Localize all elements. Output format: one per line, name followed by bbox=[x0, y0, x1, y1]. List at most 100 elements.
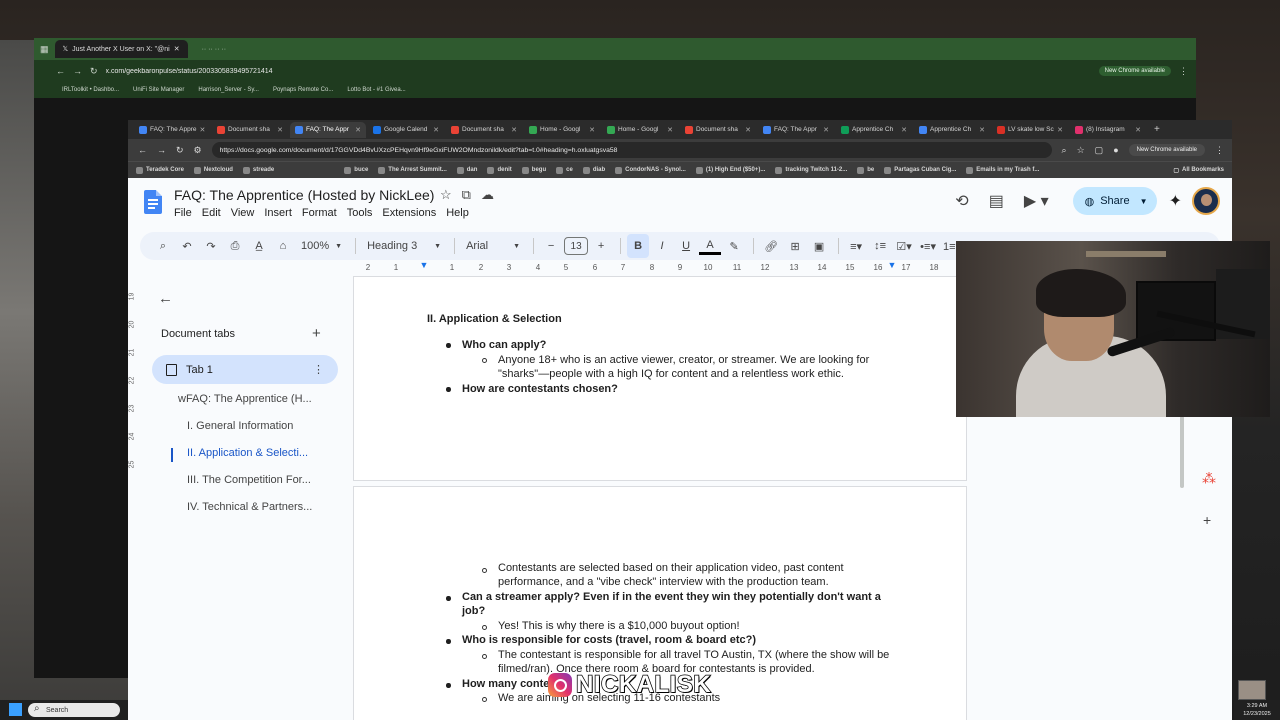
bookmark-item[interactable]: tracking Twitch 11-2... bbox=[775, 166, 847, 174]
star-icon[interactable]: ☆ bbox=[1077, 145, 1085, 156]
zoom-select[interactable]: 100% ▼ bbox=[296, 234, 347, 258]
font-size-field[interactable]: 13 bbox=[564, 237, 589, 255]
browser-tab[interactable]: Home - Googl ✕ bbox=[524, 122, 600, 138]
site-info-icon[interactable]: ⚙ bbox=[194, 145, 202, 156]
add-tab-icon[interactable]: + bbox=[312, 325, 321, 342]
menu-edit[interactable]: Edit bbox=[202, 207, 226, 219]
close-outline-arrow-icon[interactable]: ← bbox=[158, 290, 173, 307]
browser-tab[interactable]: Apprentice Ch ✕ bbox=[836, 122, 912, 138]
bookmark-item[interactable]: CondorNAS - Synol... bbox=[615, 166, 686, 174]
notification-thumbnail[interactable] bbox=[1238, 680, 1266, 700]
close-icon[interactable]: ✕ bbox=[589, 126, 595, 134]
insert-link-icon[interactable]: 🔗︎ bbox=[760, 234, 782, 258]
bookmark-item[interactable]: buce bbox=[344, 166, 368, 174]
search-menus-icon[interactable]: ⌕ bbox=[152, 234, 174, 258]
increase-font-icon[interactable]: + bbox=[590, 234, 612, 258]
browser-tab[interactable]: Google Calend ✕ bbox=[368, 122, 444, 138]
more-icon[interactable]: ⋮ bbox=[1215, 145, 1224, 156]
docs-url-field[interactable]: https://docs.google.com/document/d/17GGV… bbox=[211, 142, 1052, 158]
more-icon[interactable]: ⋮ bbox=[1179, 66, 1188, 77]
style-select[interactable]: Heading 3 ▼ bbox=[362, 234, 446, 258]
close-icon[interactable]: ✕ bbox=[667, 126, 673, 134]
bookmark-item[interactable]: Emails in my Trash f... bbox=[966, 166, 1039, 174]
font-select[interactable]: Arial ▼ bbox=[461, 234, 525, 258]
back-url-field[interactable]: x.com/geekbaronpulse/status/200330583949… bbox=[106, 68, 1091, 75]
apps-icon[interactable]: ⁂ bbox=[1202, 470, 1216, 487]
scrollbar-thumb[interactable] bbox=[1180, 416, 1184, 488]
spellcheck-icon[interactable]: A̲ bbox=[248, 234, 270, 258]
bookmark-item[interactable]: Poynaps Remote Co... bbox=[273, 87, 333, 93]
outline-item[interactable]: I. General Information bbox=[187, 420, 293, 432]
bookmark-item[interactable]: streade bbox=[242, 166, 274, 174]
close-icon[interactable]: ✕ bbox=[277, 126, 283, 134]
version-history-icon[interactable]: ⟲ bbox=[955, 191, 968, 211]
cloud-status-icon[interactable]: ☁ bbox=[481, 187, 494, 203]
redo-icon[interactable]: ↷ bbox=[200, 234, 222, 258]
menu-format[interactable]: Format bbox=[302, 207, 342, 219]
chevron-down-icon[interactable]: ▼ bbox=[1140, 197, 1148, 206]
bookmark-item[interactable]: Harrison_Server - Sy... bbox=[198, 87, 259, 93]
close-icon[interactable]: ✕ bbox=[355, 126, 361, 134]
menu-help[interactable]: Help bbox=[446, 207, 474, 219]
italic-button[interactable]: I bbox=[651, 234, 673, 258]
add-side-panel-icon[interactable]: + bbox=[1203, 512, 1211, 528]
move-folder-icon[interactable]: ⧉ bbox=[462, 187, 471, 203]
align-icon[interactable]: ≡▾ bbox=[845, 234, 867, 258]
indent-marker-icon[interactable]: ▼ bbox=[420, 260, 429, 270]
reload-icon[interactable]: ↻ bbox=[176, 145, 184, 156]
windows-start-icon[interactable] bbox=[9, 703, 22, 716]
browser-tab[interactable]: FAQ: The Appr ✕ bbox=[290, 121, 366, 138]
menu-insert[interactable]: Insert bbox=[264, 207, 297, 219]
bookmark-item[interactable]: The Arrest Summit... bbox=[378, 166, 447, 174]
browser-tab[interactable]: (8) Instagram ✕ bbox=[1070, 122, 1146, 138]
horizontal-ruler[interactable]: 2 1 1 2 3 4 5 6 7 8 9 10 11 12 13 14 15 16 17 18 ▼ ▼ bbox=[354, 260, 966, 276]
back-tab-active[interactable]: 𝕏 Just Another X User on X: "@ni ✕ bbox=[54, 40, 188, 58]
close-icon[interactable]: ✕ bbox=[745, 126, 751, 134]
bookmark-item[interactable]: Nextcloud bbox=[193, 166, 233, 174]
bold-button[interactable]: B bbox=[627, 234, 650, 258]
document-page[interactable]: II. Application & Selection Who can appl… bbox=[353, 276, 967, 481]
zoom-icon[interactable]: ⌕ bbox=[1062, 145, 1067, 156]
menu-extensions[interactable]: Extensions bbox=[382, 207, 441, 219]
browser-tab[interactable]: Apprentice Ch ✕ bbox=[914, 122, 990, 138]
vertical-ruler[interactable]: 19 20 21 22 23 24 25 bbox=[128, 285, 136, 645]
new-chrome-pill[interactable]: New Chrome available bbox=[1128, 144, 1205, 156]
forward-nav-icon[interactable]: → bbox=[157, 145, 166, 155]
taskbar-search[interactable]: Search bbox=[28, 703, 120, 717]
close-icon[interactable]: ✕ bbox=[511, 126, 517, 134]
add-comment-icon[interactable]: ⊞ bbox=[784, 234, 806, 258]
undo-icon[interactable]: ↶ bbox=[176, 234, 198, 258]
browser-tab[interactable]: FAQ: The Appre ✕ bbox=[134, 122, 210, 138]
docs-browser-window[interactable]: FAQ: The Appre ✕ Document sha ✕ FAQ: The App… bbox=[128, 120, 1232, 720]
browser-tab[interactable]: FAQ: The Appr ✕ bbox=[758, 122, 834, 138]
tab-1[interactable]: Tab 1 ⋮ bbox=[152, 355, 338, 384]
close-icon[interactable]: ✕ bbox=[1057, 126, 1063, 134]
menu-view[interactable]: View bbox=[231, 207, 260, 219]
bookmark-item[interactable]: ce bbox=[556, 166, 573, 174]
bookmark-item[interactable]: Partagas Cuban Cig... bbox=[884, 166, 956, 174]
text-color-icon[interactable]: A bbox=[699, 237, 722, 255]
new-tab-icon[interactable]: + bbox=[1154, 124, 1160, 135]
tab-search-icon[interactable]: ▦ bbox=[40, 44, 49, 55]
browser-tab[interactable]: Document sha ✕ bbox=[212, 122, 288, 138]
forward-nav-icon[interactable]: → bbox=[73, 66, 82, 76]
gemini-sparkle-icon[interactable]: ✦ bbox=[1169, 191, 1182, 211]
browser-tab[interactable]: LV skate low Sc ✕ bbox=[992, 122, 1068, 138]
outline-item[interactable]: III. The Competition For... bbox=[187, 474, 311, 486]
extensions-icon[interactable]: ▢ bbox=[1095, 145, 1104, 156]
new-chrome-pill[interactable]: New Chrome available bbox=[1098, 66, 1171, 76]
back-nav-icon[interactable]: ← bbox=[56, 66, 65, 76]
back-nav-icon[interactable]: ← bbox=[138, 145, 147, 155]
close-icon[interactable]: ✕ bbox=[174, 45, 180, 53]
taskbar-clock[interactable]: 3:29 AM 12/23/2025 bbox=[1234, 700, 1280, 720]
all-bookmarks[interactable]: ▢ All Bookmarks bbox=[1173, 167, 1224, 174]
close-icon[interactable]: ✕ bbox=[1135, 126, 1141, 134]
line-spacing-icon[interactable]: ↕≡ bbox=[869, 234, 891, 258]
browser-tab[interactable]: Document sha ✕ bbox=[446, 122, 522, 138]
menu-file[interactable]: File bbox=[174, 207, 197, 219]
outline-item-active[interactable]: II. Application & Selecti... bbox=[187, 447, 308, 459]
star-icon[interactable]: ☆ bbox=[440, 187, 452, 203]
bulleted-list-icon[interactable]: •≡▾ bbox=[917, 234, 939, 258]
bookmark-item[interactable]: dan bbox=[456, 166, 477, 174]
menu-tools[interactable]: Tools bbox=[347, 207, 378, 219]
